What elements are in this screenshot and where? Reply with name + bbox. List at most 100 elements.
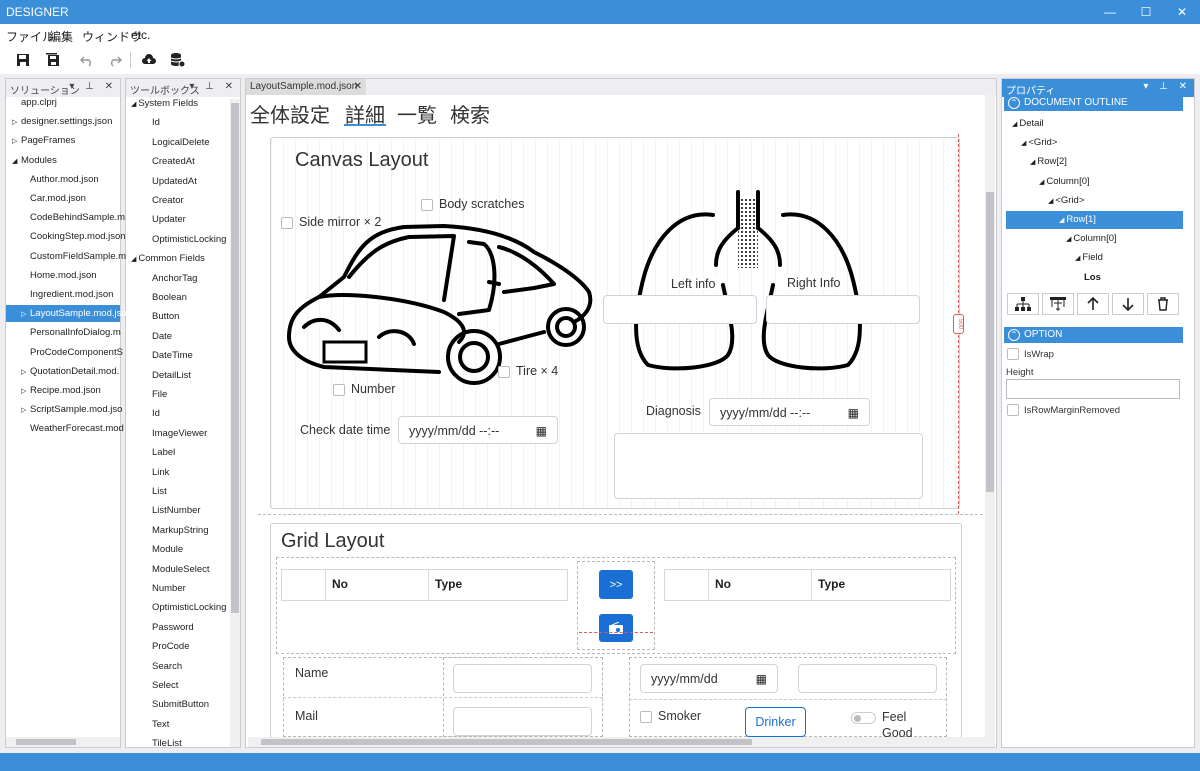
is-wrap-checkbox[interactable]	[1007, 348, 1019, 360]
menu-etc[interactable]: etc.	[131, 28, 150, 42]
name-input[interactable]	[453, 664, 592, 693]
toolbox-vscroll-thumb[interactable]	[231, 103, 239, 613]
toolbox-item[interactable]: Select	[152, 680, 178, 691]
toolbox-item[interactable]: ProCode	[152, 641, 190, 652]
solution-tree-item[interactable]: ▷ QuotationDetail.mod.	[21, 366, 129, 377]
left-table-type-header[interactable]: Type	[428, 569, 568, 601]
mail-input[interactable]	[453, 707, 592, 736]
outline-item[interactable]: ◢ <Grid>	[1021, 137, 1057, 148]
height-ruler-label[interactable]: 500	[953, 314, 964, 334]
outline-item[interactable]: ◢ Detail	[1012, 118, 1044, 129]
solution-tree-item[interactable]: CodeBehindSample.m	[21, 212, 129, 223]
toolbox-item[interactable]: Date	[152, 331, 172, 342]
solution-tree-item[interactable]: Ingredient.mod.json	[21, 289, 129, 300]
calendar-icon[interactable]: ▦	[756, 672, 767, 686]
solution-tree-item[interactable]: Car.mod.json	[21, 193, 129, 204]
toolbox-item[interactable]: Id	[152, 117, 160, 128]
collapse-icon[interactable]: ⌃	[1008, 97, 1020, 109]
expand-arrow-icon[interactable]: ▷	[21, 387, 30, 395]
toolbox-item[interactable]: TileList	[152, 738, 182, 749]
move-up-icon[interactable]	[1077, 293, 1109, 315]
toolbox-item[interactable]: Updater	[152, 214, 186, 225]
calendar-icon[interactable]: ▦	[536, 424, 547, 438]
outline-item[interactable]: ◢ Column[0]	[1039, 176, 1090, 187]
is-row-margin-removed-checkbox[interactable]	[1007, 404, 1019, 416]
expand-arrow-icon[interactable]: ▷	[21, 368, 30, 376]
outline-item[interactable]: ◢ Row[1]	[1006, 211, 1183, 229]
radio-icon-button[interactable]	[599, 614, 633, 642]
panel-controls[interactable]: ▾ ⊥ ✕	[189, 81, 237, 92]
toolbox-item[interactable]: ListNumber	[152, 505, 201, 516]
date-input[interactable]: yyyy/mm/dd ▦	[640, 664, 778, 693]
solution-tree-item[interactable]: ▷ LayoutSample.mod.json	[21, 308, 129, 319]
maximize-button[interactable]: ☐	[1128, 0, 1164, 24]
close-button[interactable]: ✕	[1164, 0, 1200, 24]
expand-arrow-icon[interactable]: ▷	[21, 406, 30, 414]
tire-checkbox[interactable]	[498, 366, 510, 378]
diagnosis-textarea[interactable]	[614, 433, 923, 499]
toolbox-item[interactable]: Password	[152, 622, 194, 633]
toolbox-group-header[interactable]: ◢ Common Fields	[131, 253, 205, 264]
toolbox-item[interactable]: OptimisticLocking	[152, 234, 226, 245]
smoker-checkbox[interactable]	[640, 711, 652, 723]
toolbox-item[interactable]: Link	[152, 467, 169, 478]
toolbox-item[interactable]: DateTime	[152, 350, 193, 361]
toolbox-item[interactable]: Text	[152, 719, 169, 730]
left-info-input[interactable]	[603, 295, 757, 324]
outline-item[interactable]: ◢ <Grid>	[1048, 195, 1084, 206]
panel-controls[interactable]: ▾ ⊥ ✕	[69, 81, 117, 92]
database-icon[interactable]	[166, 50, 188, 70]
solution-tree-item[interactable]: WeatherForecast.mod	[21, 423, 129, 434]
expand-arrow-icon[interactable]: ▷	[12, 118, 21, 126]
outline-item[interactable]: ◢ Field	[1075, 252, 1103, 263]
toolbox-item[interactable]: Id	[152, 408, 160, 419]
designer-hscroll[interactable]	[248, 737, 995, 747]
solution-tree-item[interactable]: ▷ designer.settings.json	[12, 116, 120, 127]
solution-tree-item[interactable]: Home.mod.json	[21, 270, 129, 281]
solution-hscroll-thumb[interactable]	[16, 739, 76, 745]
save-icon[interactable]	[12, 50, 34, 70]
toolbox-item[interactable]: Button	[152, 311, 179, 322]
solution-tree-item[interactable]: ProCodeComponentS	[21, 347, 129, 358]
body-scratches-checkbox[interactable]	[421, 199, 433, 211]
solution-tree-item[interactable]: CustomFieldSample.m	[21, 251, 129, 262]
delete-icon[interactable]	[1147, 293, 1179, 315]
outline-item[interactable]: Los	[1084, 272, 1101, 283]
secondary-input[interactable]	[798, 664, 937, 693]
drinker-button[interactable]: Drinker	[745, 707, 806, 737]
collapse-icon[interactable]: ⌃	[1008, 329, 1020, 341]
expand-arrow-icon[interactable]: ◢	[12, 157, 21, 165]
toolbox-vscroll[interactable]	[230, 99, 240, 747]
redo-icon[interactable]	[104, 50, 126, 70]
solution-tree-item[interactable]: ▷ Recipe.mod.json	[21, 385, 129, 396]
solution-tree-item[interactable]: ◢ Modules	[12, 155, 120, 166]
right-table-type-header[interactable]: Type	[811, 569, 951, 601]
designer-hscroll-thumb[interactable]	[261, 739, 752, 745]
document-tab-close-icon[interactable]: ✕	[354, 81, 362, 92]
left-table-no-header[interactable]: No	[325, 569, 429, 601]
toolbox-group-header[interactable]: ◢ System Fields	[131, 98, 198, 109]
expand-arrow-icon[interactable]: ▷	[21, 310, 30, 318]
right-info-input[interactable]	[766, 295, 920, 324]
expand-arrow-icon[interactable]: ▷	[12, 137, 21, 145]
solution-tree-item[interactable]: app.clprj	[12, 97, 120, 108]
minimize-button[interactable]: —	[1092, 0, 1128, 24]
solution-hscroll[interactable]	[6, 737, 120, 747]
outline-item[interactable]: ◢ Row[2]	[1030, 156, 1067, 167]
toolbox-item[interactable]: OptimisticLocking	[152, 602, 226, 613]
cloud-upload-icon[interactable]	[138, 50, 160, 70]
calendar-icon[interactable]: ▦	[848, 406, 859, 420]
solution-tree-item[interactable]: ▷ PageFrames	[12, 135, 120, 146]
feel-good-toggle[interactable]	[851, 712, 876, 724]
toolbox-item[interactable]: AnchorTag	[152, 273, 197, 284]
toolbox-item[interactable]: File	[152, 389, 167, 400]
diagnosis-date-input[interactable]: yyyy/mm/dd --:-- ▦	[709, 398, 870, 426]
menu-edit[interactable]: 編集	[49, 28, 73, 45]
solution-tree-item[interactable]: PersonalInfoDialog.m	[21, 327, 129, 338]
toolbox-item[interactable]: SubmitButton	[152, 699, 209, 710]
panel-controls[interactable]: ▾ ⊥ ✕	[1143, 81, 1191, 92]
toolbox-item[interactable]: Label	[152, 447, 175, 458]
add-column-icon[interactable]	[1042, 293, 1074, 315]
toolbox-item[interactable]: Search	[152, 661, 182, 672]
toolbox-item[interactable]: CreatedAt	[152, 156, 195, 167]
